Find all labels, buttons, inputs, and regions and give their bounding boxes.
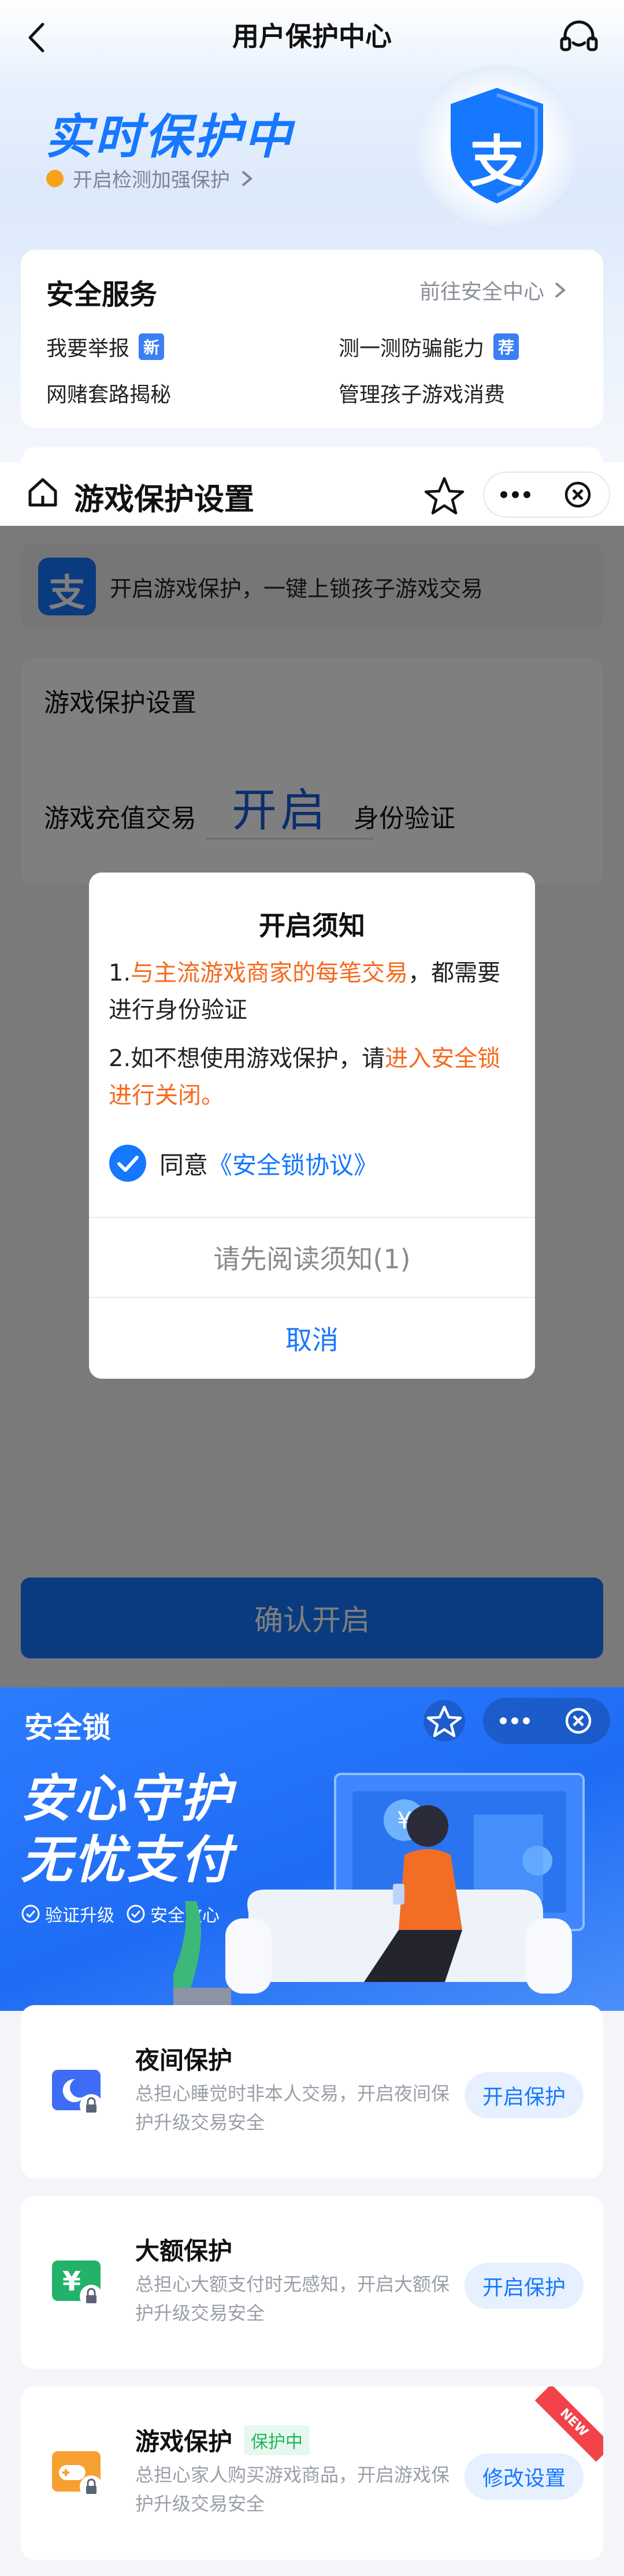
modal-title: 开启须知: [259, 910, 365, 941]
gamepad-lock-icon: [52, 2451, 103, 2499]
agree-checkbox-row[interactable]: 同意 《安全锁协议》: [109, 1144, 378, 1182]
favorite-button[interactable]: [418, 1699, 470, 1743]
service-item-gambling[interactable]: 网赌套路揭秘: [46, 378, 171, 408]
check-circle-icon: [21, 1905, 40, 1923]
feature-title: 游戏保护: [135, 2427, 233, 2456]
feature-card-night: 夜间保护 总担心睡觉时非本人交易，开启夜间保护升级交易安全 开启保护: [21, 2005, 603, 2178]
notice-item-1: 1.与主流游戏商家的每笔交易，都需要进行身份验证: [109, 960, 501, 1023]
feature-title: 夜间保护: [135, 2046, 233, 2074]
nav-title: 游戏保护设置: [74, 482, 255, 517]
new-corner-badge: NEW: [534, 2386, 603, 2462]
feature-desc: 总担心家人购买游戏商品，开启游戏保护升级交易安全: [135, 2464, 450, 2515]
close-circle-icon: [564, 481, 591, 508]
feature-title-row: 游戏保护 保护中: [135, 2422, 310, 2458]
warning-dot-icon: [46, 169, 64, 187]
close-button[interactable]: [547, 472, 609, 518]
game-protection-page: 游戏保护设置 支 开启游戏保护，一键上锁孩子游戏交易 游戏保护设置 游戏充值交易…: [0, 462, 624, 1687]
chevron-right-icon: [555, 282, 566, 298]
more-button[interactable]: [483, 1698, 547, 1744]
protection-status-title: 实时保护中: [45, 110, 294, 165]
more-dots-icon: [500, 1717, 530, 1724]
service-item-fraud-test[interactable]: 测一测防骗能力 荐: [339, 332, 519, 362]
feature-desc: 总担心睡觉时非本人交易，开启夜间保护升级交易安全: [135, 2083, 450, 2133]
recommend-badge: 荐: [493, 333, 519, 360]
home-icon[interactable]: [25, 475, 60, 510]
close-button[interactable]: [547, 1698, 610, 1744]
modify-game-settings-button[interactable]: 修改设置: [465, 2453, 584, 2500]
close-circle-icon: [565, 1708, 592, 1734]
new-badge: 新: [139, 333, 165, 360]
cancel-button[interactable]: 取消: [89, 1298, 535, 1379]
woman-on-sofa-illustration: ¥: [173, 1773, 585, 2017]
chevron-right-icon: [242, 170, 253, 187]
mini-app-capsule: [483, 1698, 610, 1744]
customer-service-button[interactable]: [557, 17, 601, 58]
enable-detection-link[interactable]: 开启检测加强保护: [46, 164, 255, 192]
moon-lock-icon: [52, 2070, 103, 2117]
mini-app-capsule: [483, 472, 610, 518]
go-security-center-link[interactable]: 前往安全中心: [419, 275, 569, 305]
shield-logo: 支: [416, 65, 578, 227]
alipay-char: 支: [469, 129, 525, 194]
more-dots-icon: [500, 491, 530, 498]
status-badge: 保护中: [244, 2425, 310, 2455]
feature-title: 大额保护: [135, 2237, 233, 2265]
headset-icon: [560, 20, 598, 51]
check-circle-icon: [127, 1905, 145, 1923]
security-lock-page: 安全锁 安心守护 无忧支付 验证升级 安全放心 ¥ 夜间保护 总担心睡觉时非本人…: [0, 1687, 624, 2576]
feature-card-game: NEW 游戏保护 保护中 总担心家人购买游戏商品，开启游戏保护升级交易安全 修改…: [21, 2386, 603, 2560]
security-services-card: 安全服务 前往安全中心 我要举报 新 测一测防骗能力 荐 网赌套路揭秘 管理孩子…: [21, 250, 603, 428]
star-icon: [424, 477, 465, 515]
svg-text:¥: ¥: [62, 2266, 81, 2297]
favorite-button[interactable]: [418, 473, 470, 517]
star-icon: [424, 1700, 465, 1742]
feature-card-large-amount: ¥ 大额保护 总担心大额支付时无感知，开启大额保护升级交易安全 开启保护: [21, 2196, 603, 2369]
read-notice-button[interactable]: 请先阅读须知(1): [89, 1218, 535, 1297]
more-button[interactable]: [484, 472, 547, 518]
enable-large-amount-protection-button[interactable]: 开启保护: [465, 2263, 584, 2309]
user-protection-page: 用户保护中心 实时保护中 开启检测加强保护 支 安全服务 前往安全中心 我要举报…: [0, 0, 624, 482]
nav-title: 安全锁: [24, 1711, 111, 1744]
feature-desc: 总担心大额支付时无感知，开启大额保护升级交易安全: [135, 2273, 450, 2324]
agreement-link[interactable]: 《安全锁协议》: [208, 1146, 378, 1181]
service-item-report[interactable]: 我要举报 新: [46, 332, 165, 362]
notice-modal: 开启须知 1.与主流游戏商家的每笔交易，都需要进行身份验证 2.如不想使用游戏保…: [89, 873, 535, 1379]
nav-bar: 游戏保护设置: [0, 462, 624, 526]
service-item-kids-game[interactable]: 管理孩子游戏消费: [339, 378, 505, 408]
checked-checkbox-icon[interactable]: [109, 1144, 147, 1182]
notice-item-2: 2.如不想使用游戏保护，请进入安全锁进行关闭。: [109, 1045, 501, 1109]
services-title: 安全服务: [46, 279, 158, 311]
enable-night-protection-button[interactable]: 开启保护: [465, 2072, 584, 2118]
yuan-lock-icon: ¥: [52, 2261, 103, 2308]
page-title: 用户保护中心: [232, 21, 392, 52]
